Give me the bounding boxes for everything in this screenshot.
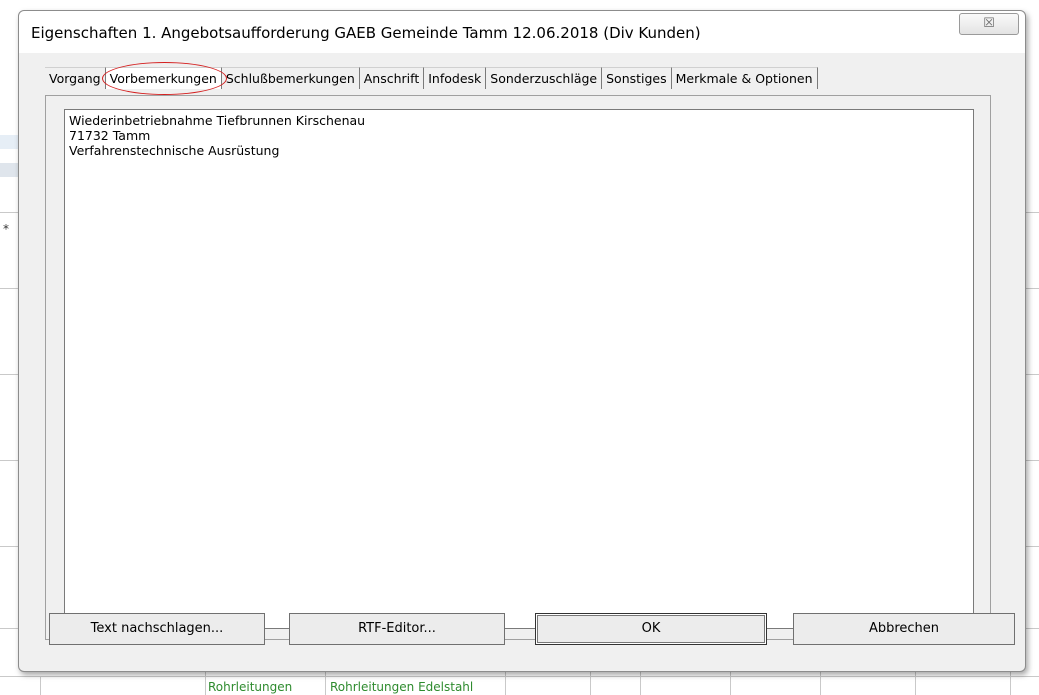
cancel-button-label: Abbrechen bbox=[868, 621, 940, 636]
editor-line: Verfahrenstechnische Ausrüstung bbox=[69, 143, 280, 158]
button-row: Text nachschlagen... RTF-Editor... OK Ab… bbox=[49, 613, 1015, 645]
window-title: Eigenschaften 1. Angebotsaufforderung GA… bbox=[31, 24, 701, 42]
bg-cell[interactable]: Rohrleitungen Edelstahl bbox=[330, 680, 473, 694]
editor-line: 71732 Tamm bbox=[69, 128, 151, 143]
ok-button-label: OK bbox=[641, 621, 661, 636]
rtf-editor-button-label: RTF-Editor... bbox=[358, 621, 436, 636]
text-lookup-button-label: Text nachschlagen... bbox=[90, 621, 224, 636]
tab-sonstiges[interactable]: Sonstiges bbox=[602, 67, 672, 89]
bg-col-line bbox=[40, 676, 41, 695]
tab-schlussbemerkungen[interactable]: Schlußbemerkungen bbox=[221, 67, 360, 89]
tab-panel-vorbemerkungen: Wiederinbetriebnahme Tiefbrunnen Kirsche… bbox=[45, 95, 991, 640]
ok-button[interactable]: OK bbox=[535, 613, 767, 645]
properties-dialog: Eigenschaften 1. Angebotsaufforderung GA… bbox=[18, 10, 1026, 672]
tab-sonderzuschlaege[interactable]: Sonderzuschläge bbox=[486, 67, 603, 89]
title-bar[interactable]: Eigenschaften 1. Angebotsaufforderung GA… bbox=[19, 11, 1025, 53]
editor-line: Wiederinbetriebnahme Tiefbrunnen Kirsche… bbox=[69, 113, 366, 128]
bg-row-marker: * bbox=[3, 222, 9, 236]
vorbemerkungen-text-editor[interactable]: Wiederinbetriebnahme Tiefbrunnen Kirsche… bbox=[64, 109, 974, 629]
rtf-editor-button[interactable]: RTF-Editor... bbox=[289, 613, 505, 645]
close-button[interactable]: ☒ bbox=[959, 13, 1019, 35]
tab-vorbemerkungen[interactable]: Vorbemerkungen bbox=[101, 62, 228, 95]
dialog-client-area: Vorgang Vorbemerkungen Schlußbemerkungen An… bbox=[31, 53, 1015, 659]
bg-cell[interactable]: Rohrleitungen bbox=[208, 680, 292, 694]
tab-strip: Vorgang Vorbemerkungen Schlußbemerkungen An… bbox=[45, 62, 818, 95]
tab-merkmale-optionen[interactable]: Merkmale & Optionen bbox=[671, 67, 818, 89]
text-lookup-button[interactable]: Text nachschlagen... bbox=[49, 613, 265, 645]
close-icon: ☒ bbox=[983, 16, 995, 31]
cancel-button[interactable]: Abbrechen bbox=[793, 613, 1015, 645]
tab-vorgang[interactable]: Vorgang bbox=[45, 67, 106, 89]
tab-infodesk[interactable]: Infodesk bbox=[424, 67, 487, 89]
tab-anschrift[interactable]: Anschrift bbox=[359, 67, 425, 89]
bg-row-line bbox=[0, 676, 1039, 677]
